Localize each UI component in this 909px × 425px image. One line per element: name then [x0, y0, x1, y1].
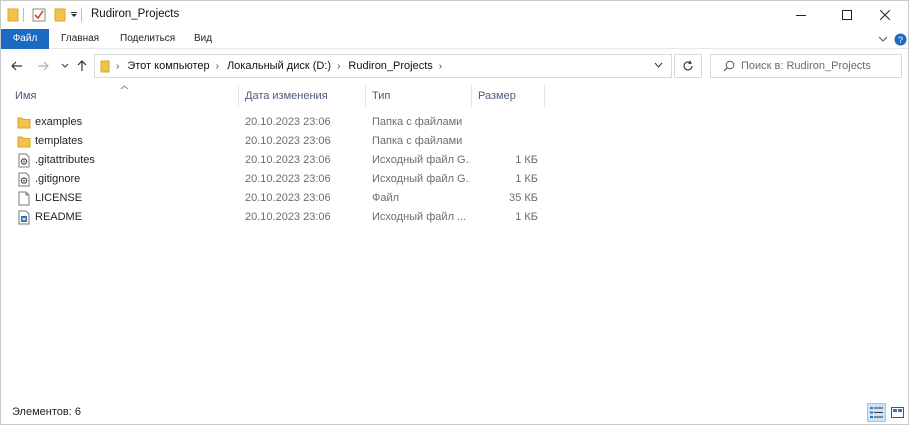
file-size: 1 КБ	[515, 154, 538, 166]
gear-file-icon	[17, 153, 31, 168]
file-date: 20.10.2023 23:06	[245, 173, 331, 185]
file-row[interactable]: examples 20.10.2023 23:06 Папка с файлам…	[1, 113, 551, 132]
large-icons-view-button[interactable]	[888, 403, 907, 422]
file-type: Папка с файлами	[372, 135, 463, 147]
column-headers: Имя Дата изменения Тип Размер	[1, 83, 908, 109]
breadcrumb-chevron-icon[interactable]: ›	[337, 61, 340, 72]
folder-icon	[7, 7, 19, 23]
tab-file[interactable]: Файл	[1, 29, 49, 49]
file-row[interactable]: .gitignore 20.10.2023 23:06 Исходный фай…	[1, 170, 551, 189]
column-header-type[interactable]: Тип	[366, 83, 471, 109]
file-type: Папка с файлами	[372, 116, 463, 128]
breadcrumb-current-folder[interactable]: Rudiron_Projects	[348, 60, 432, 72]
forward-arrow-icon[interactable]	[35, 58, 51, 74]
large-icons-view-icon	[891, 407, 904, 418]
item-count: Элементов: 6	[12, 406, 81, 418]
readme-file-icon	[17, 210, 31, 225]
navigation-bar: › Этот компьютер › Локальный диск (D:) ›…	[1, 50, 908, 82]
ribbon: Файл Главная Поделиться Вид ?	[1, 29, 908, 49]
breadcrumb-this-pc[interactable]: Этот компьютер	[127, 60, 209, 72]
new-folder-icon[interactable]	[54, 7, 66, 23]
refresh-button[interactable]	[674, 54, 702, 78]
column-header-name[interactable]: Имя	[9, 83, 238, 109]
file-type: Исходный файл G...	[372, 173, 470, 185]
breadcrumb-local-disk[interactable]: Локальный диск (D:)	[227, 60, 331, 72]
file-name: .gitignore	[35, 173, 81, 185]
file-row[interactable]: README 20.10.2023 23:06 Исходный файл ..…	[1, 208, 551, 227]
file-row[interactable]: .gitattributes 20.10.2023 23:06 Исходный…	[1, 151, 551, 170]
address-dropdown-icon[interactable]	[654, 62, 663, 68]
file-date: 20.10.2023 23:06	[245, 154, 331, 166]
file-name: README	[35, 211, 83, 223]
tab-share[interactable]: Поделиться	[114, 29, 181, 49]
details-view-button[interactable]	[867, 403, 886, 422]
file-date: 20.10.2023 23:06	[245, 116, 331, 128]
column-header-date[interactable]: Дата изменения	[239, 83, 365, 109]
column-divider[interactable]	[544, 85, 545, 107]
file-size: 35 КБ	[509, 192, 538, 204]
qa-separator	[81, 7, 83, 23]
expand-ribbon-icon[interactable]	[875, 32, 891, 46]
folder-icon	[17, 115, 31, 130]
file-size	[478, 132, 538, 151]
gear-file-icon	[17, 172, 31, 187]
qa-separator	[23, 7, 25, 23]
customize-qa-dropdown-icon[interactable]	[70, 7, 78, 23]
search-box[interactable]: Поиск в: Rudiron_Projects	[710, 54, 902, 78]
breadcrumb-chevron-icon[interactable]: ›	[216, 61, 219, 72]
details-view-icon	[870, 407, 883, 418]
address-bar[interactable]: › Этот компьютер › Локальный диск (D:) ›…	[94, 54, 672, 78]
file-row[interactable]: LICENSE 20.10.2023 23:06 Файл 35 КБ	[1, 189, 551, 208]
breadcrumb-chevron-icon[interactable]: ›	[116, 61, 119, 72]
blank-file-icon	[17, 191, 31, 206]
file-name: .gitattributes	[35, 154, 95, 166]
title-bar: Rudiron_Projects	[1, 1, 908, 29]
file-date: 20.10.2023 23:06	[245, 192, 331, 204]
file-list: examples 20.10.2023 23:06 Папка с файлам…	[1, 113, 908, 227]
file-type: Исходный файл G...	[372, 154, 470, 166]
file-date: 20.10.2023 23:06	[245, 135, 331, 147]
file-date: 20.10.2023 23:06	[245, 211, 331, 223]
tab-view[interactable]: Вид	[188, 29, 218, 49]
file-name: templates	[35, 135, 83, 147]
close-button[interactable]	[862, 1, 908, 29]
properties-icon[interactable]	[32, 7, 46, 23]
help-icon[interactable]: ?	[892, 32, 908, 46]
search-placeholder: Поиск в: Rudiron_Projects	[741, 60, 871, 72]
file-size: 1 КБ	[515, 211, 538, 223]
breadcrumb-chevron-icon[interactable]: ›	[439, 61, 442, 72]
column-header-size[interactable]: Размер	[472, 83, 544, 109]
back-arrow-icon[interactable]	[9, 58, 25, 74]
file-size: 1 КБ	[515, 173, 538, 185]
explorer-window: Rudiron_Projects Файл Главная Поделиться…	[0, 0, 909, 425]
search-icon	[723, 60, 735, 72]
file-type: Исходный файл ...	[372, 211, 467, 223]
file-name: LICENSE	[35, 192, 83, 204]
status-bar: Элементов: 6	[1, 401, 908, 424]
recent-locations-icon[interactable]	[57, 58, 73, 74]
svg-text:?: ?	[897, 35, 902, 45]
up-arrow-icon[interactable]	[74, 58, 90, 74]
file-type: Файл	[372, 192, 400, 204]
file-name: examples	[35, 116, 83, 128]
file-row[interactable]: templates 20.10.2023 23:06 Папка с файла…	[1, 132, 551, 151]
minimize-button[interactable]	[778, 1, 824, 29]
window-title: Rudiron_Projects	[91, 8, 180, 20]
tab-home[interactable]: Главная	[55, 29, 105, 49]
file-size	[478, 113, 538, 132]
refresh-icon	[683, 60, 693, 71]
folder-icon	[17, 134, 31, 149]
folder-icon	[100, 60, 110, 73]
